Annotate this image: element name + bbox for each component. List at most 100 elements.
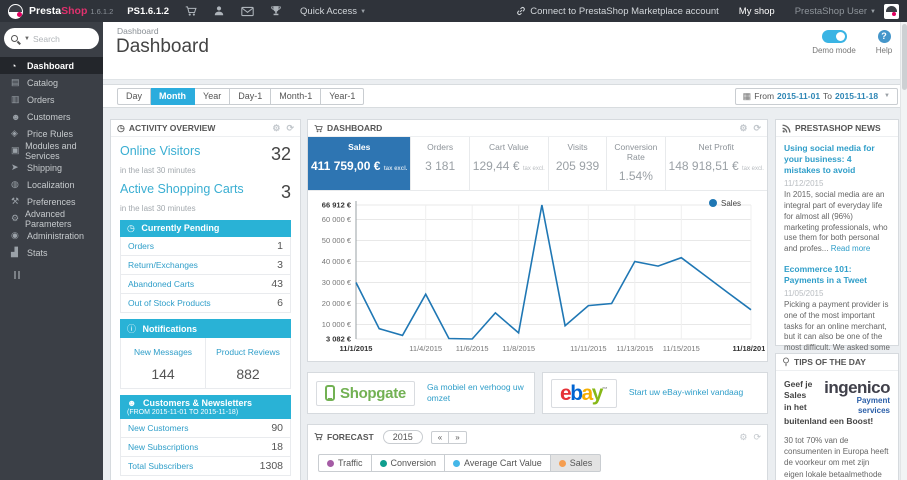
breadcrumb[interactable]: Dashboard [117,26,159,36]
sidebar-item-orders[interactable]: ▥ Orders [0,91,103,108]
chevron-down-icon[interactable]: ▼ [24,36,30,42]
help-button[interactable]: ? Help [869,30,899,55]
range-button-year[interactable]: Year [195,87,231,105]
messages-icon[interactable] [241,6,254,17]
forecast-legend-traffic[interactable]: Traffic [318,454,372,472]
scrollbar-thumb[interactable] [902,24,907,90]
next-year-button[interactable]: » [449,430,467,444]
sidebar-item-label: Orders [27,94,55,105]
kpi-tab-conversion-rate[interactable]: Conversion Rate 1.54% [607,137,666,190]
sidebar-item-modules-and-services[interactable]: ▣ Modules and Services [0,141,103,161]
panel-refresh-icon[interactable]: ⟳ [286,123,294,134]
currently-pending-header: ◷ Currently Pending [120,220,291,237]
sidebar-item-customers[interactable]: ☻ Customers [0,108,103,125]
sidebar-item-localization[interactable]: ◍ Localization [0,176,103,193]
ebay-logo[interactable]: ebay™ [551,378,617,408]
prestashop-admin-dashboard: PrestaShop 1.6.1.2 PS1.6.1.2 Quick Access… [0,0,907,480]
sidebar-item-administration[interactable]: ◉ Administration [0,227,103,244]
customer-link[interactable]: New Customers [128,423,188,433]
kpi-tab-sales[interactable]: Sales 411 759,00 € tax excl. [308,137,412,190]
person-icon: ☻ [127,398,137,408]
customer-link[interactable]: Total Subscribers [128,461,193,471]
news-article: Using social media for your business: 4 … [784,143,890,255]
my-shop-link[interactable]: My shop [739,6,775,17]
sidebar-item-dashboard[interactable]: ◔ Dashboard [0,57,103,74]
range-button-day[interactable]: Day [117,87,152,105]
quick-access-menu[interactable]: Quick Access ▼ [300,6,366,17]
forecast-legend-sales[interactable]: Sales [550,454,602,472]
kpi-tab-cart-value[interactable]: Cart Value 129,44 € tax excl. [470,137,549,190]
svg-text:Sales: Sales [721,199,741,208]
sidebar-item-label: Price Rules [27,128,74,139]
notification-link[interactable]: New Messages [134,347,192,357]
pending-link[interactable]: Return/Exchanges [128,260,198,270]
range-button-month-1[interactable]: Month-1 [271,87,322,105]
search-input[interactable] [32,33,89,44]
panel-refresh-icon[interactable]: ⟳ [753,432,761,443]
shopgate-logo[interactable]: Shopgate [316,380,415,406]
ebay-link[interactable]: Start uw eBay-winkel vandaag [629,387,743,398]
customers-icon[interactable] [213,5,225,17]
sales-line-chart[interactable]: 3 082 € 10 000 € 20 000 € 30 000 € 40 000 € 5… [310,193,770,355]
sidebar-item-advanced-parameters[interactable]: ⚙ Advanced Parameters [0,209,103,229]
demo-mode-toggle[interactable] [821,30,847,43]
customer-row: Total Subscribers 1308 [120,457,291,476]
brand: PrestaShop 1.6.1.2 [29,5,114,17]
ebay-letter: a [581,381,594,405]
customer-rows: New Customers 90 New Subscriptions 18 Total … [120,419,291,476]
panel-settings-icon[interactable]: ⚙ [272,123,280,134]
marketplace-connect-link[interactable]: Connect to PrestaShop Marketplace accoun… [516,6,719,17]
active-carts-link[interactable]: Active Shopping Carts [120,182,244,196]
news-article-title[interactable]: Ecommerce 101: Payments in a Tweet [784,264,890,286]
cart-icon [314,432,323,443]
sidebar-item-price-rules[interactable]: ◈ Price Rules [0,125,103,142]
kpi-suffix: tax excl. [522,166,545,172]
sidebar-item-label: Localization [27,179,75,190]
chevron-down-icon: ▼ [870,8,876,15]
advanced-parameters-icon: ⚙ [11,213,20,223]
forecast-legend-conversion[interactable]: Conversion [371,454,446,472]
pending-link[interactable]: Orders [128,241,154,251]
sidebar-search[interactable]: ▼ [4,28,99,49]
online-visitors-link[interactable]: Online Visitors [120,144,200,158]
panel-refresh-icon[interactable]: ⟳ [753,123,761,134]
page-scrollbar[interactable] [900,22,907,480]
kpi-value: 148 918,51 € tax excl. [668,159,764,173]
legend-label: Conversion [390,458,437,468]
pending-link[interactable]: Out of Stock Products [128,298,211,308]
sidebar-item-preferences[interactable]: ⚒ Preferences [0,193,103,210]
kpi-tabs: Sales 411 759,00 € tax excl. Orders 3 181 Ca… [308,137,767,191]
sidebar-item-shipping[interactable]: ➤ Shipping [0,159,103,176]
previous-year-button[interactable]: « [430,430,450,444]
orders-icon: ▥ [11,94,20,104]
svg-text:11/1/2015: 11/1/2015 [340,344,373,353]
page-title: Dashboard [116,36,209,57]
news-article-title[interactable]: Using social media for your business: 4 … [784,143,890,176]
cart-icon[interactable] [185,5,197,17]
range-button-day-1[interactable]: Day-1 [230,87,272,105]
avatar[interactable] [884,3,899,19]
date-range-picker[interactable]: ▦ From 2015-11-01 To 2015-11-18 ▼ [734,87,898,105]
user-menu[interactable]: PrestaShop User ▼ [795,6,876,17]
shopgate-link[interactable]: Ga mobiel en verhoog uw omzet [427,382,526,404]
trophy-icon[interactable] [270,5,282,17]
kpi-tab-net-profit[interactable]: Net Profit 148 918,51 € tax excl. [666,137,767,190]
ebay-letter: e [560,381,572,405]
menu-collapse-button[interactable] [14,271,103,279]
kpi-tab-orders[interactable]: Orders 3 181 [411,137,470,190]
forecast-legend-average-cart-value[interactable]: Average Cart Value [445,454,551,472]
forecast-year[interactable]: 2015 [382,430,423,444]
sidebar-item-catalog[interactable]: ▤ Catalog [0,74,103,91]
notification-link[interactable]: Product Reviews [216,347,280,357]
read-more-link[interactable]: Read more [831,244,871,253]
customer-link[interactable]: New Subscriptions [128,442,198,452]
panel-settings-icon[interactable]: ⚙ [739,123,747,134]
range-button-year-1[interactable]: Year-1 [321,87,365,105]
kpi-tab-visits[interactable]: Visits 205 939 [549,137,608,190]
forecast-header: FORECAST 2015 « » ⚙ ⟳ [308,425,767,448]
sidebar-item-stats[interactable]: ▟ Stats [0,244,103,261]
range-button-month[interactable]: Month [151,87,196,105]
date-from: 2015-11-01 [777,91,821,101]
pending-link[interactable]: Abandoned Carts [128,279,194,289]
panel-settings-icon[interactable]: ⚙ [739,432,747,443]
